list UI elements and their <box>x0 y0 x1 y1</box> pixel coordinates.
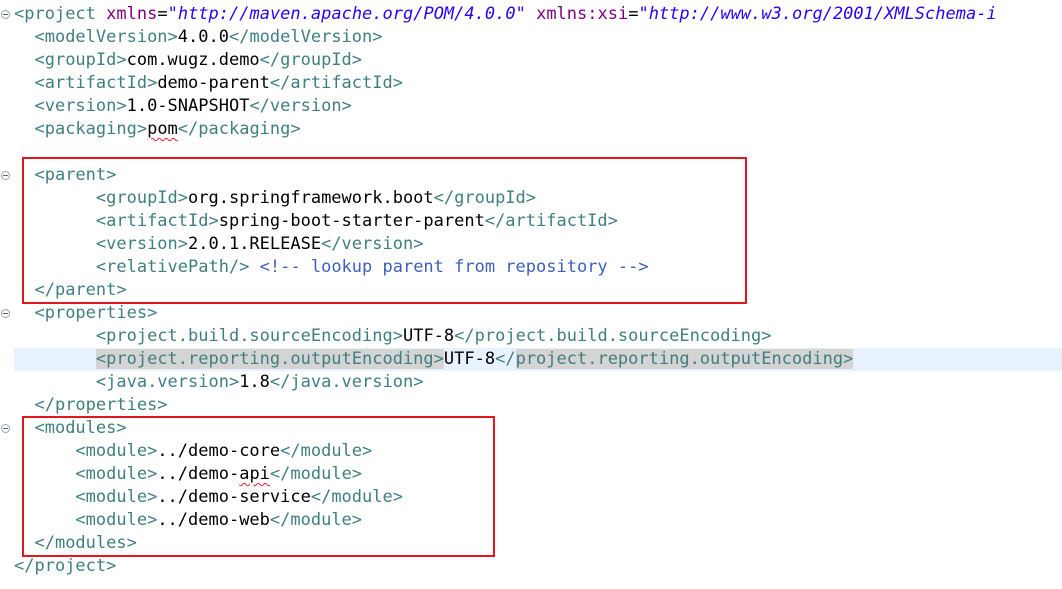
code-line-relativepath: <relativePath/> <!-- lookup parent from … <box>95 257 649 277</box>
fold-minus-icon[interactable] <box>1 10 10 19</box>
code-line-properties-close: </properties> <box>34 395 168 415</box>
fold-minus-icon[interactable] <box>1 171 10 180</box>
code-line-artifactid: <artifactId>demo-parent</artifactId> <box>34 73 403 93</box>
code-line-parent-close: </parent> <box>34 280 127 300</box>
editor-gutter <box>0 0 12 589</box>
code-line-project-open: <project xmlns="http://maven.apache.org/… <box>14 4 997 24</box>
code-line-source-encoding: <project.build.sourceEncoding>UTF-8</pro… <box>95 326 772 346</box>
code-line-parent-open: <parent> <box>34 165 117 185</box>
code-line-parent-artifactid: <artifactId>spring-boot-starter-parent</… <box>95 211 618 231</box>
code-line-parent-version: <version>2.0.1.RELEASE</version> <box>95 234 424 254</box>
code-line-project-close: </project> <box>14 556 117 576</box>
fold-minus-icon[interactable] <box>1 424 10 433</box>
code-line-parent-groupid: <groupId>org.springframework.boot</group… <box>95 188 537 208</box>
code-line-module: <module>../demo-web</module> <box>75 510 363 530</box>
code-line-modelversion: <modelVersion>4.0.0</modelVersion> <box>34 27 383 47</box>
fold-minus-icon[interactable] <box>1 309 10 318</box>
code-line-version: <version>1.0-SNAPSHOT</version> <box>34 96 352 116</box>
code-line-module: <module>../demo-api</module> <box>75 464 363 484</box>
xml-editor[interactable]: <project xmlns="http://maven.apache.org/… <box>14 3 1062 578</box>
code-line-module: <module>../demo-core</module> <box>75 441 373 461</box>
code-line-groupid: <groupId>com.wugz.demo</groupId> <box>34 50 363 70</box>
code-line-java-version: <java.version>1.8</java.version> <box>95 372 424 392</box>
code-line-packaging: <packaging>pom</packaging> <box>34 119 301 139</box>
code-line-modules-close: </modules> <box>34 533 137 553</box>
code-line-modules-open: <modules> <box>34 418 127 438</box>
code-line-properties-open: <properties> <box>34 303 158 323</box>
code-line-module: <module>../demo-service</module> <box>75 487 403 507</box>
code-line-output-encoding: <project.reporting.outputEncoding>UTF-8<… <box>14 348 1062 371</box>
